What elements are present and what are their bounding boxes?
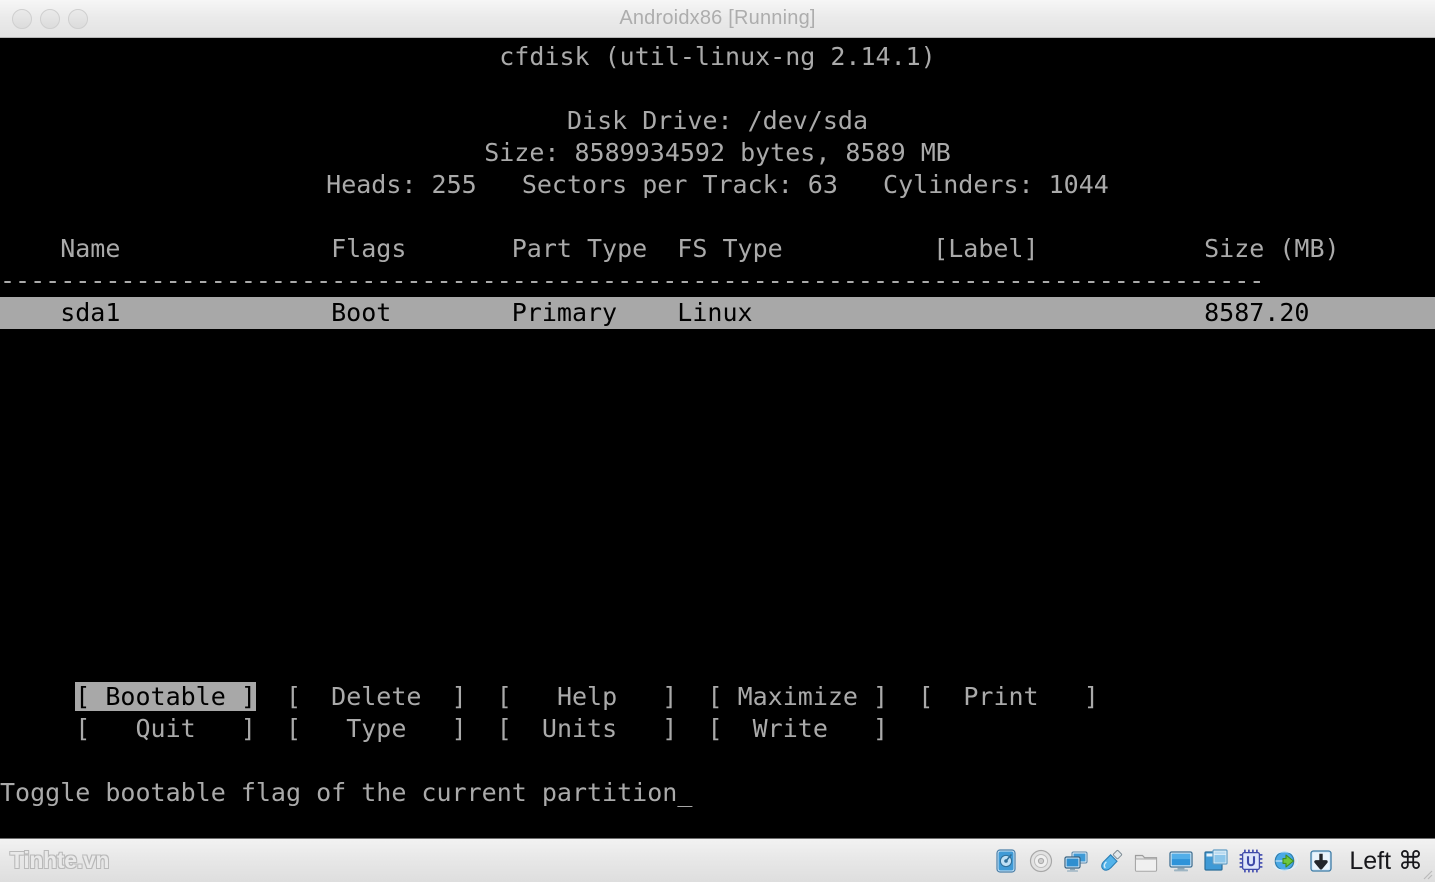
virtualbox-window: Androidx86 [Running] cfdisk (util-linux-…	[0, 0, 1435, 882]
network-icon[interactable]	[1063, 848, 1089, 874]
shared-folder-icon[interactable]	[1133, 848, 1159, 874]
minimize-button[interactable]	[40, 8, 60, 29]
disk-size-line: Size: 8589934592 bytes, 8589 MB	[484, 138, 951, 167]
seamless-window-icon[interactable]	[1203, 848, 1229, 874]
menu-button-quit[interactable]: [ Quit ]	[75, 714, 256, 743]
menu-button-units[interactable]: [ Units ]	[497, 714, 678, 743]
window-titlebar: Androidx86 [Running]	[0, 0, 1435, 38]
partition-table-separator: ----------------------------------------…	[0, 266, 1265, 295]
cfdisk-help-text: Toggle bootable flag of the current part…	[0, 777, 1435, 809]
watermark-tinhte: Tinhte.vn	[10, 847, 110, 873]
zoom-button[interactable]	[68, 8, 88, 29]
menu-button-write[interactable]: [ Write ]	[707, 714, 888, 743]
menu-button-help[interactable]: [ Help ]	[497, 682, 678, 711]
table-row[interactable]: sda1 Boot Primary Linux 8587.20	[0, 297, 1435, 329]
window-controls	[12, 8, 88, 29]
display-icon[interactable]	[1168, 848, 1194, 874]
help-text-label: Toggle bootable flag of the current part…	[0, 778, 678, 807]
virtualbox-statusbar: Tinhte.vn Left ⌘	[0, 838, 1435, 882]
window-title: Androidx86 [Running]	[619, 7, 816, 29]
capture-icon[interactable]	[1308, 848, 1334, 874]
cpu-icon[interactable]	[1238, 848, 1264, 874]
menu-button-maximize[interactable]: [ Maximize ]	[707, 682, 888, 711]
menu-button-delete[interactable]: [ Delete ]	[286, 682, 467, 711]
disk-drive-line: Disk Drive: /dev/sda	[566, 106, 869, 135]
menu-button-type[interactable]: [ Type ]	[286, 714, 467, 743]
cd-dvd-icon[interactable]	[1028, 848, 1054, 874]
cfdisk-menu-row-1: [ Bootable ] [ Delete ] [ Help ] [ Maxim…	[0, 681, 1435, 713]
menu-button-print[interactable]: [ Print ]	[918, 682, 1099, 711]
remote-display-icon[interactable]	[1273, 848, 1299, 874]
cfdisk-app-title: cfdisk (util-linux-ng 2.14.1)	[499, 42, 936, 71]
cfdisk-menu-row-2: [ Quit ] [ Type ] [ Units ] [ Write ]	[0, 713, 1435, 745]
host-key-label: Left ⌘	[1349, 846, 1423, 875]
hard-disk-icon[interactable]	[993, 848, 1019, 874]
usb-icon[interactable]	[1098, 848, 1124, 874]
terminal-empty-area	[0, 329, 1435, 681]
resize-grip-icon[interactable]	[1421, 868, 1433, 880]
disk-geometry-line: Heads: 255 Sectors per Track: 63 Cylinde…	[326, 170, 1109, 199]
statusbar-icons: Left ⌘	[993, 846, 1427, 876]
partition-table-header: Name Flags Part Type FS Type [Label] Siz…	[0, 234, 1340, 263]
close-button[interactable]	[12, 8, 32, 29]
terminal-cursor: _	[677, 778, 693, 807]
menu-button-bootable[interactable]: [ Bootable ]	[75, 682, 256, 711]
vm-screen-terminal[interactable]: cfdisk (util-linux-ng 2.14.1) Disk Drive…	[0, 38, 1435, 838]
